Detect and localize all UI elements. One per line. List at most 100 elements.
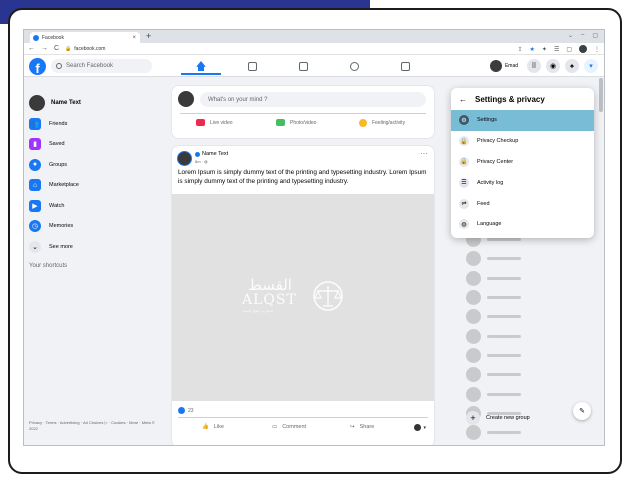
contact-row[interactable] [466, 326, 596, 345]
avatar[interactable] [177, 151, 192, 166]
reload-icon[interactable]: C [54, 45, 59, 52]
live-video-button[interactable]: Live video [196, 119, 233, 126]
scrollbar[interactable] [599, 78, 603, 112]
groups-icon [349, 62, 359, 71]
nav-tab-watch[interactable] [232, 58, 272, 75]
home-icon [196, 60, 206, 71]
profile-chip-name: Emad [504, 63, 518, 69]
photo-video-button[interactable]: Photo/video [276, 119, 316, 126]
nav-tab-marketplace[interactable] [283, 58, 323, 75]
account-dropdown-icon[interactable]: ▾ [584, 59, 598, 73]
nav-tab-gaming[interactable] [385, 58, 425, 75]
composer-input[interactable]: What's on your mind ? [200, 92, 426, 107]
profile-chip[interactable]: Emad [489, 60, 522, 72]
thumbs-up-icon: 👍 [202, 424, 209, 430]
menu-item-privacy-center[interactable]: 🔒 Privacy Center [451, 152, 594, 173]
sidebar-item-friends[interactable]: 👥 Friends [29, 114, 161, 135]
sidebar-item-memories[interactable]: ◷ Memories [29, 216, 161, 237]
sidebar-item-see-more[interactable]: ⌄ See more [29, 237, 161, 258]
messenger-icon[interactable]: ◉ [546, 59, 560, 73]
browser-profile-avatar[interactable] [579, 45, 587, 53]
lock-icon: 🔒 [459, 156, 469, 167]
facebook-favicon-icon [33, 34, 39, 41]
caret-down-icon: ▾ [423, 424, 426, 431]
nav-tab-home[interactable] [181, 58, 221, 75]
sidebar-item-saved[interactable]: ▮ Saved [29, 134, 161, 155]
live-video-icon [196, 119, 205, 126]
notifications-bell-icon[interactable]: ♠ [565, 59, 579, 73]
maximize-button[interactable]: ▢ [592, 32, 598, 39]
share-icon[interactable]: ⇪ [517, 46, 522, 53]
contact-row[interactable] [466, 384, 596, 403]
avatar [466, 425, 481, 441]
new-message-edit-icon[interactable]: ✎ [573, 402, 591, 420]
nav-tab-groups[interactable] [334, 58, 374, 75]
menu-item-privacy-checkup[interactable]: 🔒 Privacy Checkup [451, 131, 594, 152]
avatar [466, 328, 481, 344]
avatar [29, 95, 45, 112]
header-right-controls: Emad ⠿ ◉ ♠ ▾ [489, 59, 598, 73]
reaction-summary[interactable]: 23 [178, 407, 194, 414]
marketplace-icon [298, 62, 308, 71]
forward-arrow-icon[interactable]: → [41, 45, 48, 52]
menu-grid-icon[interactable]: ⠿ [527, 59, 541, 73]
menu-item-settings[interactable]: ⚙ Settings [451, 110, 594, 131]
post-composer: What's on your mind ? Live video Photo/v… [172, 86, 434, 138]
post-image[interactable]: القسط ALQST للدفاع عن حقوق الإنسان [172, 194, 434, 401]
menu-item-language[interactable]: ◍ Language [451, 214, 594, 235]
left-sidebar: Name Text 👥 Friends ▮ Saved ● Groups ⌂ M… [29, 93, 161, 269]
feeling-activity-label: Feeling/activity [372, 120, 406, 126]
tab-search-icon[interactable]: ⌄ [568, 32, 573, 39]
new-tab-button[interactable]: + [146, 31, 151, 41]
more-options-icon[interactable]: ··· [420, 149, 428, 158]
contact-row[interactable] [466, 269, 596, 288]
search-input[interactable]: Search Facebook [51, 59, 152, 73]
sidebar-footer[interactable]: Privacy · Terms · Advertising · Ad Choic… [29, 420, 159, 431]
comment-button[interactable]: ▭ Comment [272, 424, 306, 430]
url-field[interactable]: facebook.com [74, 46, 105, 52]
divider [178, 417, 428, 418]
browser-menu-icon[interactable]: ⋮ [594, 46, 600, 53]
post-audience-selector[interactable]: ▾ [414, 424, 426, 431]
menu-item-feed[interactable]: ⇌ Feed [451, 193, 594, 214]
menu-item-label: Language [477, 221, 502, 228]
sidebar-item-marketplace[interactable]: ⌂ Marketplace [29, 175, 161, 196]
search-placeholder: Search Facebook [66, 63, 114, 69]
sliders-icon: ⇌ [459, 198, 469, 209]
tab-close-icon[interactable]: × [132, 35, 136, 41]
sidebar-item-groups[interactable]: ● Groups [29, 155, 161, 176]
window-controls: ⌄ – ▢ [568, 32, 598, 39]
contact-row[interactable] [466, 249, 596, 268]
post-timestamp[interactable]: 8m · ◍ [195, 159, 208, 164]
contact-row[interactable] [466, 423, 596, 442]
sidebar-item-profile[interactable]: Name Text [29, 93, 161, 114]
menu-item-activity-log[interactable]: ☰ Activity log [451, 172, 594, 193]
share-button[interactable]: ↪ Share [350, 424, 374, 430]
create-new-group-button[interactable]: + Create new group [466, 411, 530, 425]
facebook-logo-icon[interactable]: f [29, 58, 46, 75]
contact-row[interactable] [466, 365, 596, 384]
sidebar-item-label: Friends [49, 120, 68, 127]
lock-icon[interactable]: 🔒 [65, 46, 71, 52]
contact-row[interactable] [466, 307, 596, 326]
contact-row[interactable] [466, 288, 596, 307]
playlist-icon[interactable]: ☰ [554, 46, 559, 53]
tab-facebook[interactable]: Facebook × [30, 32, 140, 43]
avatar [466, 309, 481, 325]
like-button[interactable]: 👍 Like [202, 424, 224, 430]
contact-row[interactable] [466, 346, 596, 365]
like-label: Like [213, 424, 224, 430]
sidebar-toggle-icon[interactable]: ▢ [566, 46, 572, 53]
back-arrow-icon[interactable]: ← [459, 95, 467, 104]
browser-window: Facebook × + ⌄ – ▢ ← → C 🔒 facebook.com … [23, 29, 605, 446]
minimize-button[interactable]: – [581, 32, 584, 39]
back-arrow-icon[interactable]: ← [28, 45, 35, 52]
sidebar-item-watch[interactable]: ▶ Watch [29, 196, 161, 217]
contact-name-placeholder [487, 238, 521, 242]
feeling-activity-button[interactable]: Feeling/activity [359, 119, 405, 127]
tab-title: Facebook [42, 34, 64, 41]
post-author[interactable]: Name Text [195, 151, 228, 157]
bookmark-star-icon[interactable]: ★ [530, 46, 535, 53]
sidebar-item-label: Saved [49, 141, 65, 148]
extension-icon[interactable]: ✦ [542, 46, 547, 53]
